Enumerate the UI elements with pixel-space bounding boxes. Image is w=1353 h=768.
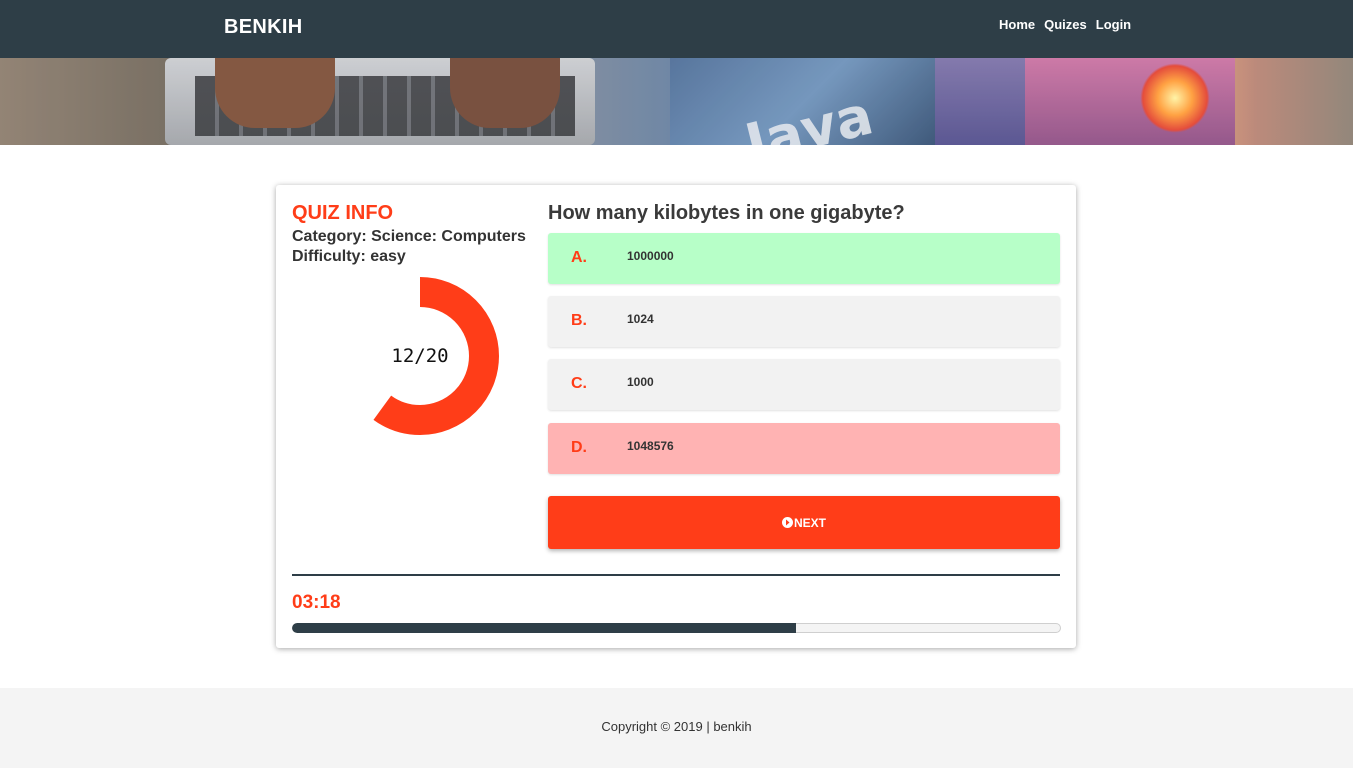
- answer-option-a[interactable]: A. 1000000: [548, 233, 1060, 284]
- next-button-label: NEXT: [793, 515, 826, 530]
- answer-letter: D.: [571, 439, 587, 456]
- answer-text: 1000000: [627, 249, 674, 263]
- quiz-card: QUIZ INFO Category: Science: Computers D…: [276, 185, 1076, 648]
- timer-progress-fill: [292, 623, 796, 633]
- answer-text: 1000: [627, 375, 654, 389]
- banner-overlay: [0, 58, 1353, 145]
- nav-link-login[interactable]: Login: [1096, 17, 1131, 32]
- answer-option-d[interactable]: D. 1048576: [548, 423, 1060, 474]
- quiz-meta: Category: Science: Computers Difficulty:…: [292, 227, 526, 267]
- answer-option-b[interactable]: B. 1024: [548, 296, 1060, 347]
- nav-link-home[interactable]: Home: [999, 17, 1035, 32]
- navbar: BENKIH Home Quizes Login: [0, 0, 1353, 58]
- answer-letter: B.: [571, 312, 587, 329]
- brand-logo[interactable]: BENKIH: [224, 16, 302, 39]
- footer-copyright: Copyright © 2019 | benkih: [601, 719, 752, 734]
- question-progress-label: 12/20: [391, 345, 449, 367]
- divider: [292, 574, 1060, 576]
- answer-text: 1048576: [627, 439, 674, 453]
- quiz-difficulty: Difficulty: easy: [292, 248, 406, 265]
- nav-link-quizes[interactable]: Quizes: [1044, 17, 1087, 32]
- footer: Copyright © 2019 | benkih: [0, 688, 1353, 768]
- answer-letter: A.: [571, 249, 587, 266]
- hero-banner-image: Java: [0, 58, 1353, 145]
- next-button[interactable]: NEXT: [548, 496, 1060, 549]
- countdown-timer: 03:18: [292, 592, 341, 613]
- answer-option-c[interactable]: C. 1000: [548, 359, 1060, 410]
- question-text: How many kilobytes in one gigabyte?: [548, 202, 905, 224]
- answer-letter: C.: [571, 375, 587, 392]
- quiz-info-title: QUIZ INFO: [292, 202, 394, 224]
- nav-links: Home Quizes Login: [999, 17, 1131, 32]
- timer-progress-bar: [292, 623, 1061, 633]
- answer-text: 1024: [627, 312, 654, 326]
- quiz-category: Category: Science: Computers: [292, 228, 526, 245]
- arrow-circle-right-icon: [781, 517, 793, 528]
